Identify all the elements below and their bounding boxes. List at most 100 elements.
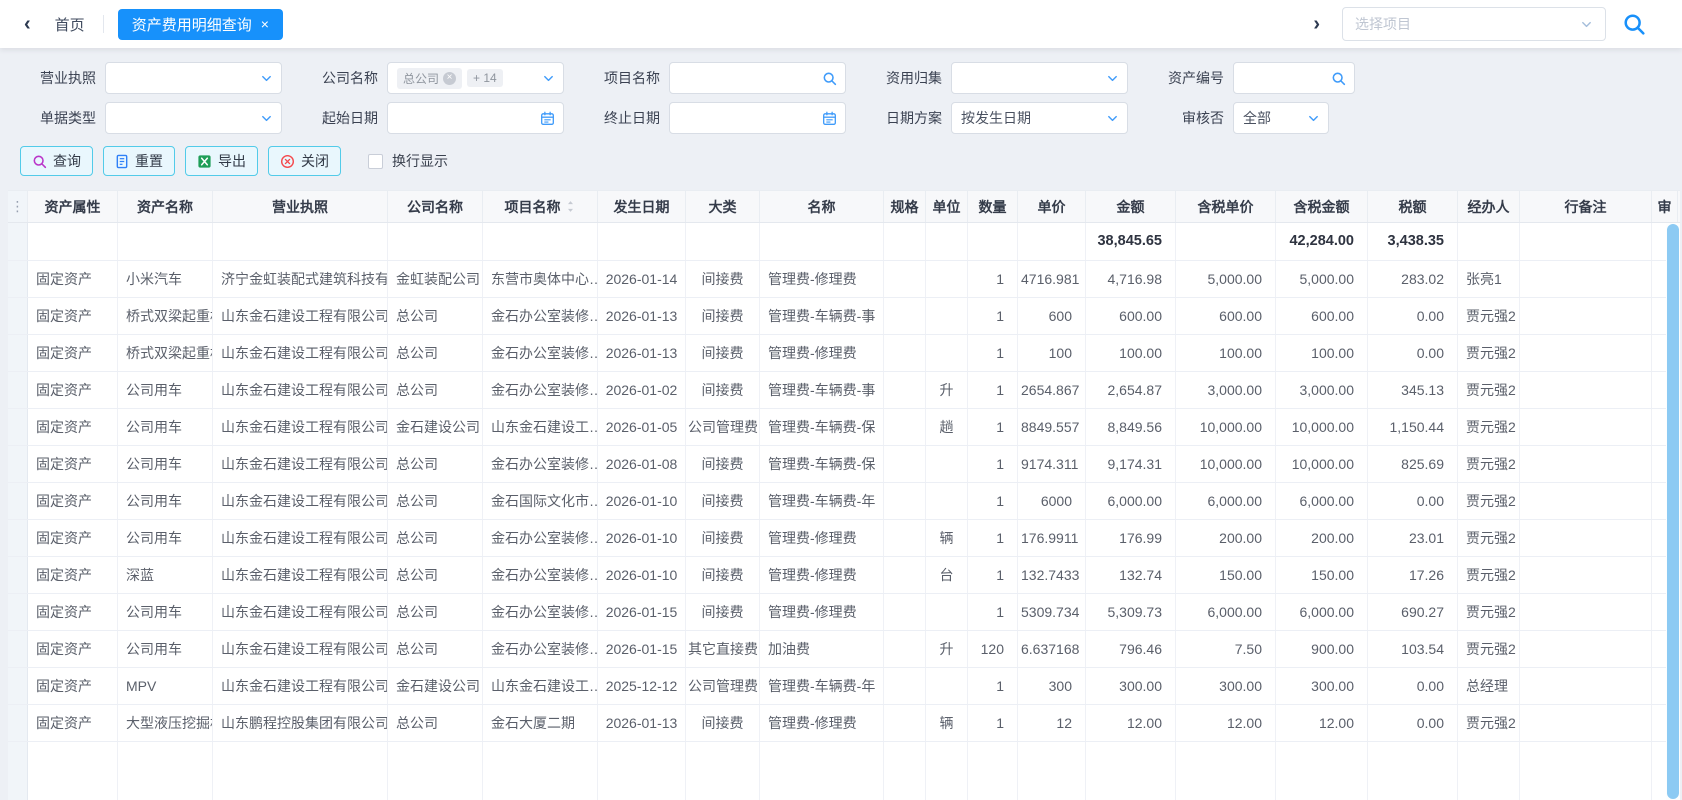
table-row[interactable]: 固定资产公司用车山东金石建设工程有限公司总公司金石办公室装修…2026-01-0… bbox=[8, 372, 1680, 409]
table-row[interactable]: 固定资产公司用车山东金石建设工程有限公司总公司金石国际文化市…2026-01-1… bbox=[8, 483, 1680, 520]
table-row[interactable]: 固定资产MPV山东金石建设工程有限公司金石建设公司山东金石建设工…2025-12… bbox=[8, 668, 1680, 705]
tab-home[interactable]: 首页 bbox=[55, 14, 85, 35]
cell-category: 间接费 bbox=[686, 372, 760, 408]
cell-category: 间接费 bbox=[686, 446, 760, 482]
filter-select-营业执照[interactable] bbox=[105, 62, 282, 94]
toolbar-button-关闭[interactable]: 关闭 bbox=[268, 146, 341, 176]
cell-spec bbox=[884, 520, 926, 556]
cell-category: 间接费 bbox=[686, 335, 760, 371]
project-select-placeholder: 选择项目 bbox=[1355, 14, 1580, 34]
search-icon[interactable] bbox=[1331, 63, 1346, 93]
filter-label: 资产编号 bbox=[1148, 68, 1224, 88]
table-row[interactable]: 固定资产大型液压挖掘机山东鹏程控股集团有限公司总公司金石大厦二期2026-01-… bbox=[8, 705, 1680, 742]
chevron-down-icon[interactable] bbox=[260, 103, 273, 133]
cell-spec bbox=[884, 409, 926, 445]
column-header-label: 名称 bbox=[808, 197, 836, 217]
cell-qty: 1 bbox=[968, 335, 1018, 371]
column-header-price[interactable]: 单价 bbox=[1018, 191, 1086, 222]
calendar-icon[interactable] bbox=[822, 103, 837, 133]
chevron-down-icon[interactable] bbox=[1307, 103, 1320, 133]
column-header-category[interactable]: 大类 bbox=[686, 191, 760, 222]
filter-select-审核否[interactable]: 全部 bbox=[1233, 102, 1329, 134]
column-header-unit[interactable]: 单位 bbox=[926, 191, 968, 222]
cell-row_note bbox=[1520, 631, 1652, 667]
wrap-display-checkbox[interactable] bbox=[368, 154, 383, 169]
sort-icon[interactable] bbox=[561, 199, 576, 214]
cell-tax: 23.01 bbox=[1368, 520, 1458, 556]
chevron-down-icon[interactable] bbox=[1106, 63, 1119, 93]
filter-input-资产编号[interactable] bbox=[1233, 62, 1355, 94]
table-row[interactable]: 固定资产深蓝山东金石建设工程有限公司总公司金石办公室装修…2026-01-10间… bbox=[8, 557, 1680, 594]
toolbar-button-重置[interactable]: 重置 bbox=[103, 146, 175, 176]
cell-tax_amount: 12.00 bbox=[1276, 705, 1368, 741]
cell-name: 管理费-车辆费-事 bbox=[760, 298, 884, 334]
toolbar-button-导出[interactable]: 导出 bbox=[185, 146, 258, 176]
filter-select-资用归集[interactable] bbox=[951, 62, 1128, 94]
column-header-asset_name[interactable]: 资产名称 bbox=[118, 191, 213, 222]
table-row[interactable]: 固定资产桥式双梁起重机山东金石建设工程有限公司总公司金石办公室装修…2026-0… bbox=[8, 335, 1680, 372]
column-header-license[interactable]: 营业执照 bbox=[213, 191, 388, 222]
search-icon[interactable] bbox=[822, 63, 837, 93]
cell-tax: 0.00 bbox=[1368, 335, 1458, 371]
filter-label: 审核否 bbox=[1148, 108, 1224, 128]
column-header-project[interactable]: 项目名称 bbox=[483, 191, 598, 222]
column-header-company[interactable]: 公司名称 bbox=[388, 191, 483, 222]
filter-select-单据类型[interactable] bbox=[105, 102, 282, 134]
table-row[interactable]: 固定资产公司用车山东金石建设工程有限公司金石建设公司山东金石建设工…2026-0… bbox=[8, 409, 1680, 446]
filter-select-日期方案[interactable]: 按发生日期 bbox=[951, 102, 1128, 134]
cell-tax_amount: 10,000.00 bbox=[1276, 446, 1368, 482]
tab-close-icon[interactable]: × bbox=[261, 17, 269, 31]
column-header-label: 资产属性 bbox=[45, 197, 101, 217]
cell-tax: 1,150.44 bbox=[1368, 409, 1458, 445]
filter-input-起始日期[interactable] bbox=[387, 102, 564, 134]
column-header-label: 单位 bbox=[933, 197, 961, 217]
scrollbar-thumb[interactable] bbox=[1667, 224, 1679, 799]
tabs-scroll-left-icon[interactable]: ‹ bbox=[24, 14, 31, 34]
cell-spec bbox=[884, 705, 926, 741]
filter-input-项目名称[interactable] bbox=[669, 62, 846, 94]
project-select[interactable]: 选择项目 bbox=[1342, 7, 1606, 41]
column-header-date[interactable]: 发生日期 bbox=[598, 191, 686, 222]
column-header-name[interactable]: 名称 bbox=[760, 191, 884, 222]
close-circle-icon bbox=[280, 154, 295, 169]
summary-row[interactable]: 38,845.6542,284.003,438.35 bbox=[8, 223, 1680, 261]
tab-asset-expense-query[interactable]: 资产费用明细查询 × bbox=[118, 9, 283, 40]
tag-close-icon[interactable]: × bbox=[443, 72, 456, 85]
search-icon[interactable] bbox=[1622, 12, 1646, 36]
column-header-amount[interactable]: 金额 bbox=[1086, 191, 1176, 222]
table-row[interactable]: 固定资产公司用车山东金石建设工程有限公司总公司金石办公室装修…2026-01-0… bbox=[8, 446, 1680, 483]
table-row[interactable]: 固定资产公司用车山东金石建设工程有限公司总公司金石办公室装修…2026-01-1… bbox=[8, 631, 1680, 668]
toolbar-button-查询[interactable]: 查询 bbox=[20, 146, 93, 176]
cell-row_note bbox=[1520, 594, 1652, 630]
chevron-down-icon[interactable] bbox=[1106, 103, 1119, 133]
cell-tax: 690.27 bbox=[1368, 594, 1458, 630]
column-header-tax_amount[interactable]: 含税金额 bbox=[1276, 191, 1368, 222]
chevron-down-icon[interactable] bbox=[542, 63, 555, 93]
table-row[interactable]: 固定资产公司用车山东金石建设工程有限公司总公司金石办公室装修…2026-01-1… bbox=[8, 594, 1680, 631]
table-row[interactable]: 固定资产公司用车山东金石建设工程有限公司总公司金石办公室装修…2026-01-1… bbox=[8, 520, 1680, 557]
filter-input-终止日期[interactable] bbox=[669, 102, 846, 134]
vertical-scrollbar[interactable] bbox=[1666, 223, 1680, 800]
column-header-row_note[interactable]: 行备注 bbox=[1520, 191, 1652, 222]
chevron-down-icon[interactable] bbox=[1580, 8, 1593, 40]
cell-unit: 台 bbox=[926, 557, 968, 593]
cell-license bbox=[213, 223, 388, 260]
column-header-handler[interactable]: 经办人 bbox=[1458, 191, 1520, 222]
table-row[interactable]: 固定资产小米汽车济宁金虹装配式建筑科技有限公司金虹装配公司东营市奥体中心…202… bbox=[8, 261, 1680, 298]
cell-name: 管理费-车辆费-事 bbox=[760, 372, 884, 408]
cell-asset_attr: 固定资产 bbox=[28, 261, 118, 297]
filter-select-公司名称[interactable]: 总公司×+ 14 bbox=[387, 62, 564, 94]
column-header-audit[interactable]: 审 bbox=[1652, 191, 1678, 222]
cell-license: 山东金石建设工程有限公司 bbox=[213, 668, 388, 704]
column-header-tax[interactable]: 税额 bbox=[1368, 191, 1458, 222]
column-header-tax_price[interactable]: 含税单价 bbox=[1176, 191, 1276, 222]
cell-license: 山东金石建设工程有限公司 bbox=[213, 298, 388, 334]
cell-spec bbox=[884, 557, 926, 593]
chevron-down-icon[interactable] bbox=[260, 63, 273, 93]
column-header-asset_attr[interactable]: 资产属性 bbox=[28, 191, 118, 222]
tabs-scroll-right-icon[interactable]: › bbox=[1313, 14, 1320, 34]
column-header-spec[interactable]: 规格 bbox=[884, 191, 926, 222]
column-header-qty[interactable]: 数量 bbox=[968, 191, 1018, 222]
calendar-icon[interactable] bbox=[540, 103, 555, 133]
table-row[interactable]: 固定资产桥式双梁起重机山东金石建设工程有限公司总公司金石办公室装修…2026-0… bbox=[8, 298, 1680, 335]
